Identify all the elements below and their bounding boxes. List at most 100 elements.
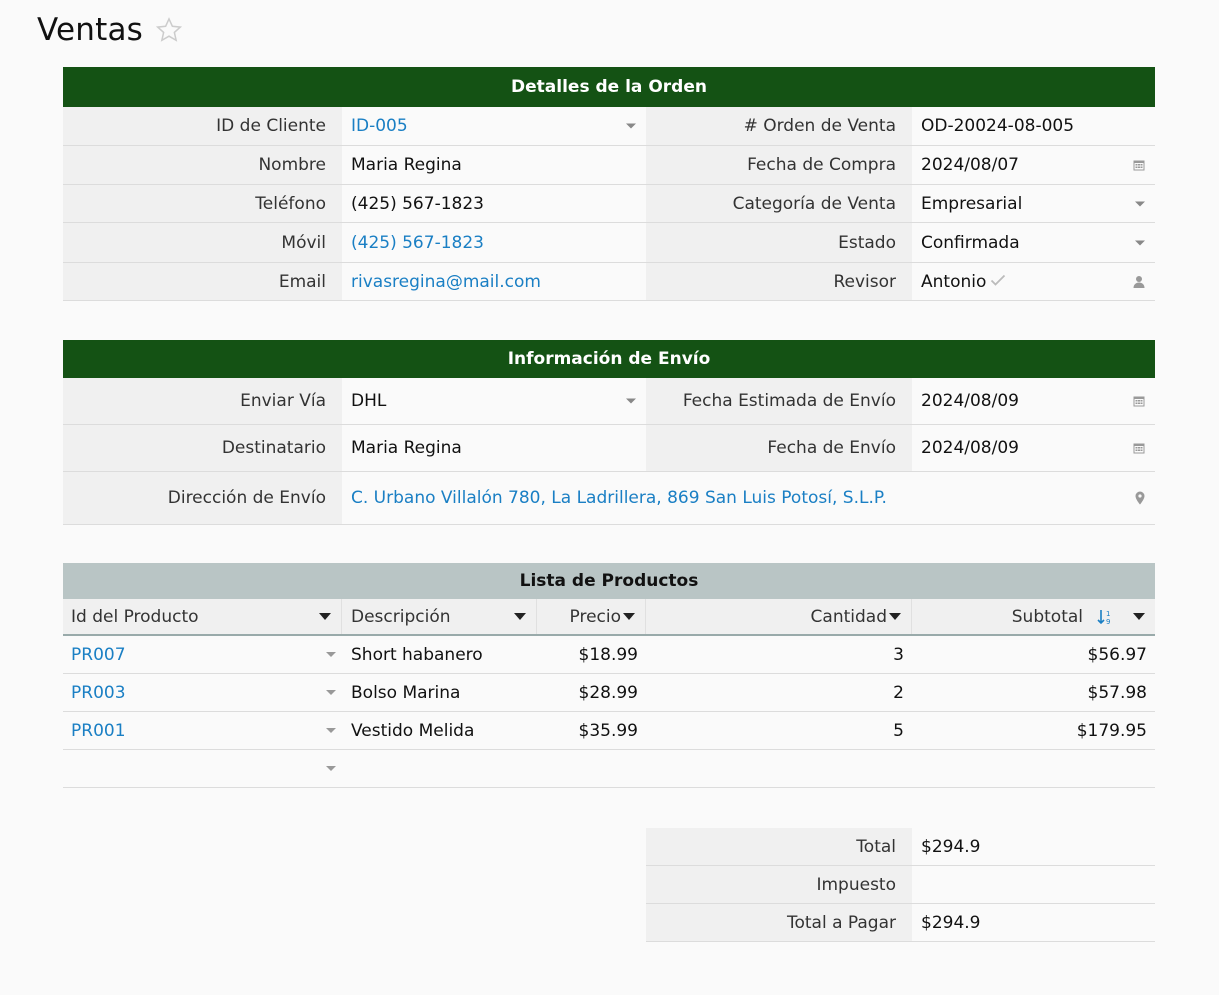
location-pin-icon[interactable]: [1135, 491, 1145, 505]
col-header-subtotal[interactable]: Subtotal 19: [912, 599, 1155, 634]
address-field[interactable]: C. Urbano Villalón 780, La Ladrillera, 8…: [342, 472, 1155, 524]
dropdown-icon[interactable]: [326, 728, 336, 733]
amount-due-label: Total a Pagar: [646, 904, 912, 941]
product-id-cell[interactable]: PR003: [63, 674, 342, 711]
amount-due-value: $294.9: [912, 904, 1155, 941]
shipping-row: Destinatario Maria Regina Fecha de Envío…: [63, 425, 1155, 472]
table-row-new[interactable]: [63, 750, 1155, 788]
dropdown-icon[interactable]: [626, 398, 636, 404]
total-value: $294.9: [912, 828, 1155, 865]
customer-id-field[interactable]: ID-005: [342, 107, 646, 145]
mobile-value[interactable]: (425) 567-1823: [351, 233, 484, 253]
quantity-cell[interactable]: [646, 750, 912, 787]
price-cell[interactable]: $35.99: [537, 712, 646, 749]
product-id-link[interactable]: PR001: [71, 721, 126, 741]
order-row: Email rivasregina@mail.com Revisor Anton…: [63, 263, 1155, 301]
dropdown-icon[interactable]: [626, 123, 636, 129]
sales-order-value: OD-20024-08-005: [921, 116, 1075, 136]
est-ship-date-label: Fecha Estimada de Envío: [646, 378, 912, 424]
page-title: Ventas: [37, 12, 144, 48]
email-value[interactable]: rivasregina@mail.com: [351, 272, 541, 292]
price-cell[interactable]: [537, 750, 646, 787]
shipping-row: Dirección de Envío C. Urbano Villalón 78…: [63, 472, 1155, 525]
recipient-field[interactable]: Maria Regina: [342, 425, 646, 471]
col-label: Id del Producto: [71, 606, 199, 627]
mobile-label: Móvil: [63, 223, 342, 262]
recipient-label: Destinatario: [63, 425, 342, 471]
star-icon[interactable]: [155, 16, 183, 48]
svg-text:9: 9: [1106, 618, 1110, 626]
dropdown-icon[interactable]: [326, 766, 336, 771]
dropdown-icon[interactable]: [1133, 613, 1145, 620]
dropdown-icon[interactable]: [326, 652, 336, 657]
est-ship-date-field[interactable]: 2024/08/09: [912, 378, 1155, 424]
subtotal-cell: $56.97: [1087, 644, 1147, 665]
dropdown-icon[interactable]: [889, 613, 901, 620]
col-header-description[interactable]: Descripción: [342, 599, 537, 634]
description-cell[interactable]: Short habanero: [342, 636, 537, 673]
product-id-cell[interactable]: PR007: [63, 636, 342, 673]
price-cell[interactable]: $28.99: [537, 674, 646, 711]
customer-id-value[interactable]: ID-005: [351, 116, 408, 136]
products-header: Lista de Productos: [63, 563, 1155, 599]
sort-icon[interactable]: 19: [1097, 608, 1115, 626]
name-label: Nombre: [63, 146, 342, 184]
calendar-icon[interactable]: [1133, 159, 1145, 171]
dropdown-icon[interactable]: [319, 613, 331, 620]
shipping-header: Información de Envío: [63, 340, 1155, 378]
ship-date-label: Fecha de Envío: [646, 425, 912, 471]
subtotal-cell: [912, 750, 1155, 787]
phone-label: Teléfono: [63, 185, 342, 222]
ship-date-field[interactable]: 2024/08/09: [912, 425, 1155, 471]
email-field[interactable]: rivasregina@mail.com: [342, 263, 646, 300]
status-field[interactable]: Confirmada: [912, 223, 1155, 262]
quantity-cell[interactable]: 3: [646, 636, 912, 673]
product-id-link[interactable]: PR007: [71, 645, 126, 665]
recipient-value: Maria Regina: [351, 438, 462, 458]
col-header-product-id[interactable]: Id del Producto: [63, 599, 342, 634]
dropdown-icon[interactable]: [514, 613, 526, 620]
dropdown-icon[interactable]: [623, 613, 635, 620]
calendar-icon[interactable]: [1133, 442, 1145, 454]
quantity-cell[interactable]: 2: [646, 674, 912, 711]
sale-category-field[interactable]: Empresarial: [912, 185, 1155, 222]
purchase-date-field[interactable]: 2024/08/07: [912, 146, 1155, 184]
purchase-date-label: Fecha de Compra: [646, 146, 912, 184]
order-row: Teléfono (425) 567-1823 Categoría de Ven…: [63, 185, 1155, 223]
description-cell[interactable]: Vestido Melida: [342, 712, 537, 749]
col-label: Descripción: [351, 606, 451, 627]
product-id-link[interactable]: PR003: [71, 683, 126, 703]
calendar-icon[interactable]: [1133, 395, 1145, 407]
col-label: Subtotal: [1011, 606, 1083, 627]
svg-text:1: 1: [1106, 610, 1110, 618]
description-cell[interactable]: Bolso Marina: [342, 674, 537, 711]
col-header-price[interactable]: Precio: [537, 599, 646, 634]
products-table-header: Id del Producto Descripción Precio Canti…: [63, 599, 1155, 636]
person-icon[interactable]: [1133, 275, 1145, 288]
reviewer-field[interactable]: Antonio: [912, 263, 1155, 300]
address-value[interactable]: C. Urbano Villalón 780, La Ladrillera, 8…: [351, 488, 887, 508]
price-cell[interactable]: $18.99: [537, 636, 646, 673]
order-row: Nombre Maria Regina Fecha de Compra 2024…: [63, 146, 1155, 185]
checkmark-icon: [990, 272, 1006, 292]
name-field[interactable]: Maria Regina: [342, 146, 646, 184]
total-label: Total: [646, 828, 912, 865]
ship-via-field[interactable]: DHL: [342, 378, 646, 424]
dropdown-icon[interactable]: [1135, 201, 1145, 206]
mobile-field[interactable]: (425) 567-1823: [342, 223, 646, 262]
col-header-quantity[interactable]: Cantidad: [646, 599, 912, 634]
address-label: Dirección de Envío: [63, 472, 342, 524]
dropdown-icon[interactable]: [1135, 240, 1145, 245]
phone-field[interactable]: (425) 567-1823: [342, 185, 646, 222]
sales-order-field[interactable]: OD-20024-08-005: [912, 107, 1155, 145]
quantity-cell[interactable]: 5: [646, 712, 912, 749]
est-ship-date-value: 2024/08/09: [921, 391, 1019, 411]
product-id-cell[interactable]: [63, 750, 342, 787]
product-id-cell[interactable]: PR001: [63, 712, 342, 749]
purchase-date-value: 2024/08/07: [921, 155, 1019, 175]
subtotal-cell: $57.98: [1087, 682, 1147, 703]
dropdown-icon[interactable]: [326, 690, 336, 695]
description-cell[interactable]: [342, 750, 537, 787]
sales-order-label: # Orden de Venta: [646, 107, 912, 145]
tax-field[interactable]: [912, 866, 1155, 903]
